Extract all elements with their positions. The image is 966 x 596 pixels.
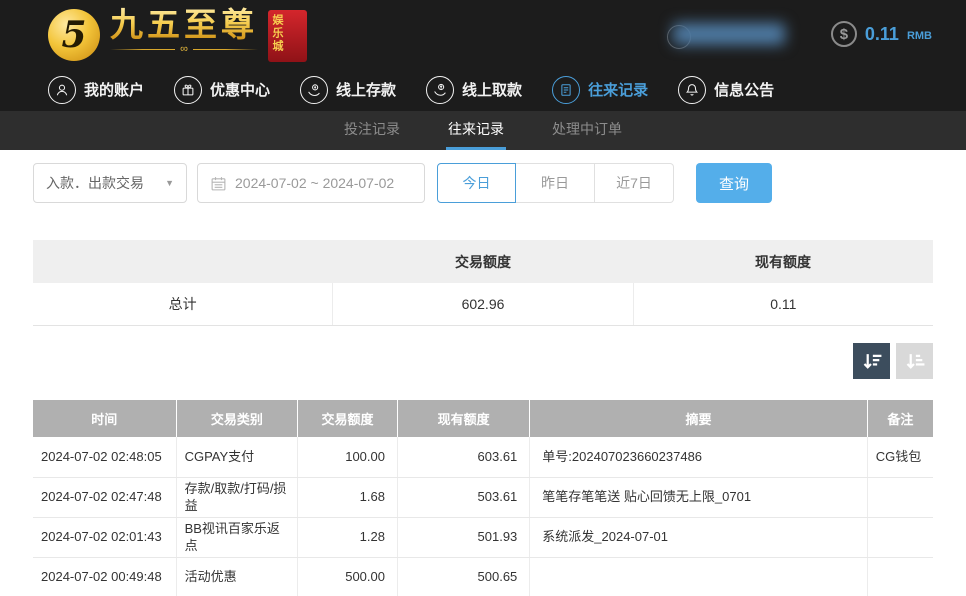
nav-label: 线上取款 (462, 82, 523, 99)
gift-icon (174, 75, 203, 104)
brand-badge: 娱乐城 (268, 9, 307, 62)
cell-note (866, 517, 933, 558)
summary-total-label: 总计 (168, 296, 197, 312)
cell-summary: 笔笔存笔笔送 贴心回馈无上限_0701 (529, 477, 868, 518)
sort-ascending-icon (906, 354, 924, 369)
nav-label: 线上存款 (336, 82, 397, 99)
col-header-time: 时间 (33, 400, 177, 437)
brand-flourish: ∞ (110, 43, 258, 55)
table-row: 2024-07-02 02:48:05 CGPAY支付 100.00 603.6… (33, 437, 933, 478)
cell-category: 活动优惠 (175, 557, 298, 596)
nav-item-announcements[interactable]: 信息公告 (678, 75, 775, 104)
date-range-value: 2024-07-02 ~ 2024-07-02 (235, 175, 395, 191)
cell-summary: 单号:202407023660237486 (529, 437, 868, 478)
cell-amount: 1.68 (297, 477, 398, 518)
search-button[interactable]: 查询 (696, 163, 772, 203)
top-header: 5 九五至尊 ∞ 娱乐城 $ 0.11 RMB (0, 0, 966, 68)
balance-display[interactable]: $ 0.11 RMB (830, 21, 932, 47)
records-icon (552, 75, 581, 104)
nav-item-promotions[interactable]: 优惠中心 (174, 75, 271, 104)
cell-time: 2024-07-02 00:49:48 (33, 557, 177, 596)
main-nav: 我的账户 优惠中心 线上存款 线上取款 往来记录 信息公告 (0, 68, 966, 111)
deposit-icon (300, 75, 329, 104)
brand-badge-label: 娱乐城 (271, 13, 283, 53)
cell-balance: 500.65 (396, 557, 530, 596)
quick-date-group: 今日 昨日 近7日 (437, 163, 674, 203)
cell-category: BB视讯百家乐返点 (175, 517, 298, 558)
summary-total-transaction: 602.96 (332, 283, 632, 325)
cell-summary (529, 557, 868, 596)
sort-controls (33, 343, 933, 379)
sort-descending-icon (863, 354, 881, 369)
transaction-type-value: 入款．出款交易 (46, 175, 144, 191)
calendar-icon (211, 176, 226, 190)
cell-time: 2024-07-02 02:47:48 (33, 477, 177, 518)
col-header-amount: 交易额度 (297, 400, 398, 437)
date-range-input[interactable]: 2024-07-02 ~ 2024-07-02 (197, 163, 425, 203)
summary-header-empty (33, 240, 333, 283)
sort-ascending-button[interactable] (896, 343, 933, 379)
table-header-row: 时间 交易类别 交易额度 现有额度 摘要 备注 (33, 400, 933, 437)
tab-transaction-records[interactable]: 往来记录 (446, 111, 506, 150)
summary-header-row: 交易额度 现有额度 (33, 240, 933, 283)
cell-balance: 603.61 (396, 437, 530, 478)
summary-header-balance: 现有额度 (755, 253, 811, 270)
sort-descending-button[interactable] (853, 343, 890, 379)
cell-category: CGPAY支付 (175, 437, 298, 478)
filter-bar: 入款．出款交易 ▼ 2024-07-02 ~ 2024-07-02 今日 昨日 … (33, 163, 966, 203)
transaction-type-select[interactable]: 入款．出款交易 ▼ (33, 163, 187, 203)
nav-item-withdraw[interactable]: 线上取款 (426, 75, 523, 104)
cell-category: 存款/取款/打码/损益 (175, 477, 298, 518)
transactions-table: 时间 交易类别 交易额度 现有额度 摘要 备注 2024-07-02 02:48… (33, 400, 933, 596)
brand-title: 九五至尊 (110, 5, 258, 43)
logo-glyph: 5 (61, 13, 87, 56)
cell-time: 2024-07-02 02:01:43 (33, 517, 177, 558)
cell-note (866, 477, 933, 518)
brand-logo-icon: 5 (48, 8, 100, 61)
summary-header-transaction: 交易额度 (455, 253, 511, 270)
cell-summary: 系统派发_2024-07-01 (529, 517, 868, 558)
tab-betting-records[interactable]: 投注记录 (342, 111, 402, 150)
nav-label: 我的账户 (84, 82, 145, 99)
summary-total-row: 总计 602.96 0.11 (33, 283, 933, 326)
cell-balance: 501.93 (396, 517, 530, 558)
table-row: 2024-07-02 02:01:43 BB视讯百家乐返点 1.28 501.9… (33, 517, 933, 558)
col-header-summary: 摘要 (529, 400, 868, 437)
cell-amount: 1.28 (297, 517, 398, 558)
nav-label: 往来记录 (588, 82, 649, 99)
nav-item-my-account[interactable]: 我的账户 (48, 75, 145, 104)
balance-currency: RMB (906, 30, 932, 42)
cell-note: CG钱包 (866, 437, 933, 478)
last7days-button[interactable]: 近7日 (595, 163, 674, 203)
user-icon (48, 75, 76, 104)
withdraw-icon (426, 75, 455, 104)
nav-item-records[interactable]: 往来记录 (552, 75, 649, 104)
username-redacted (672, 23, 785, 45)
nav-label: 信息公告 (714, 82, 775, 99)
cell-note (866, 557, 933, 596)
nav-item-deposit[interactable]: 线上存款 (300, 75, 397, 104)
cell-amount: 500.00 (297, 557, 398, 596)
cell-balance: 503.61 (396, 477, 530, 518)
dollar-icon: $ (830, 21, 857, 47)
nav-label: 优惠中心 (210, 82, 271, 99)
col-header-note: 备注 (866, 400, 933, 437)
table-row: 2024-07-02 02:47:48 存款/取款/打码/损益 1.68 503… (33, 477, 933, 518)
record-subtabs: 投注记录 往来记录 处理中订单 (0, 111, 966, 150)
tab-pending-orders[interactable]: 处理中订单 (550, 111, 624, 150)
summary-table: 交易额度 现有额度 总计 602.96 0.11 (33, 240, 933, 326)
col-header-category: 交易类别 (175, 400, 298, 437)
summary-total-balance: 0.11 (632, 283, 933, 325)
balance-amount: 0.11 (864, 23, 899, 44)
bell-icon (678, 75, 707, 104)
col-header-balance: 现有额度 (396, 400, 530, 437)
username-area[interactable] (666, 23, 785, 49)
yesterday-button[interactable]: 昨日 (516, 163, 595, 203)
brand-logo[interactable]: 5 九五至尊 ∞ 娱乐城 (48, 5, 307, 62)
chevron-down-icon: ▼ (165, 178, 174, 188)
cell-time: 2024-07-02 02:48:05 (33, 437, 177, 478)
table-row: 2024-07-02 00:49:48 活动优惠 500.00 500.65 (33, 557, 933, 596)
today-button[interactable]: 今日 (437, 163, 516, 203)
cell-amount: 100.00 (297, 437, 398, 478)
